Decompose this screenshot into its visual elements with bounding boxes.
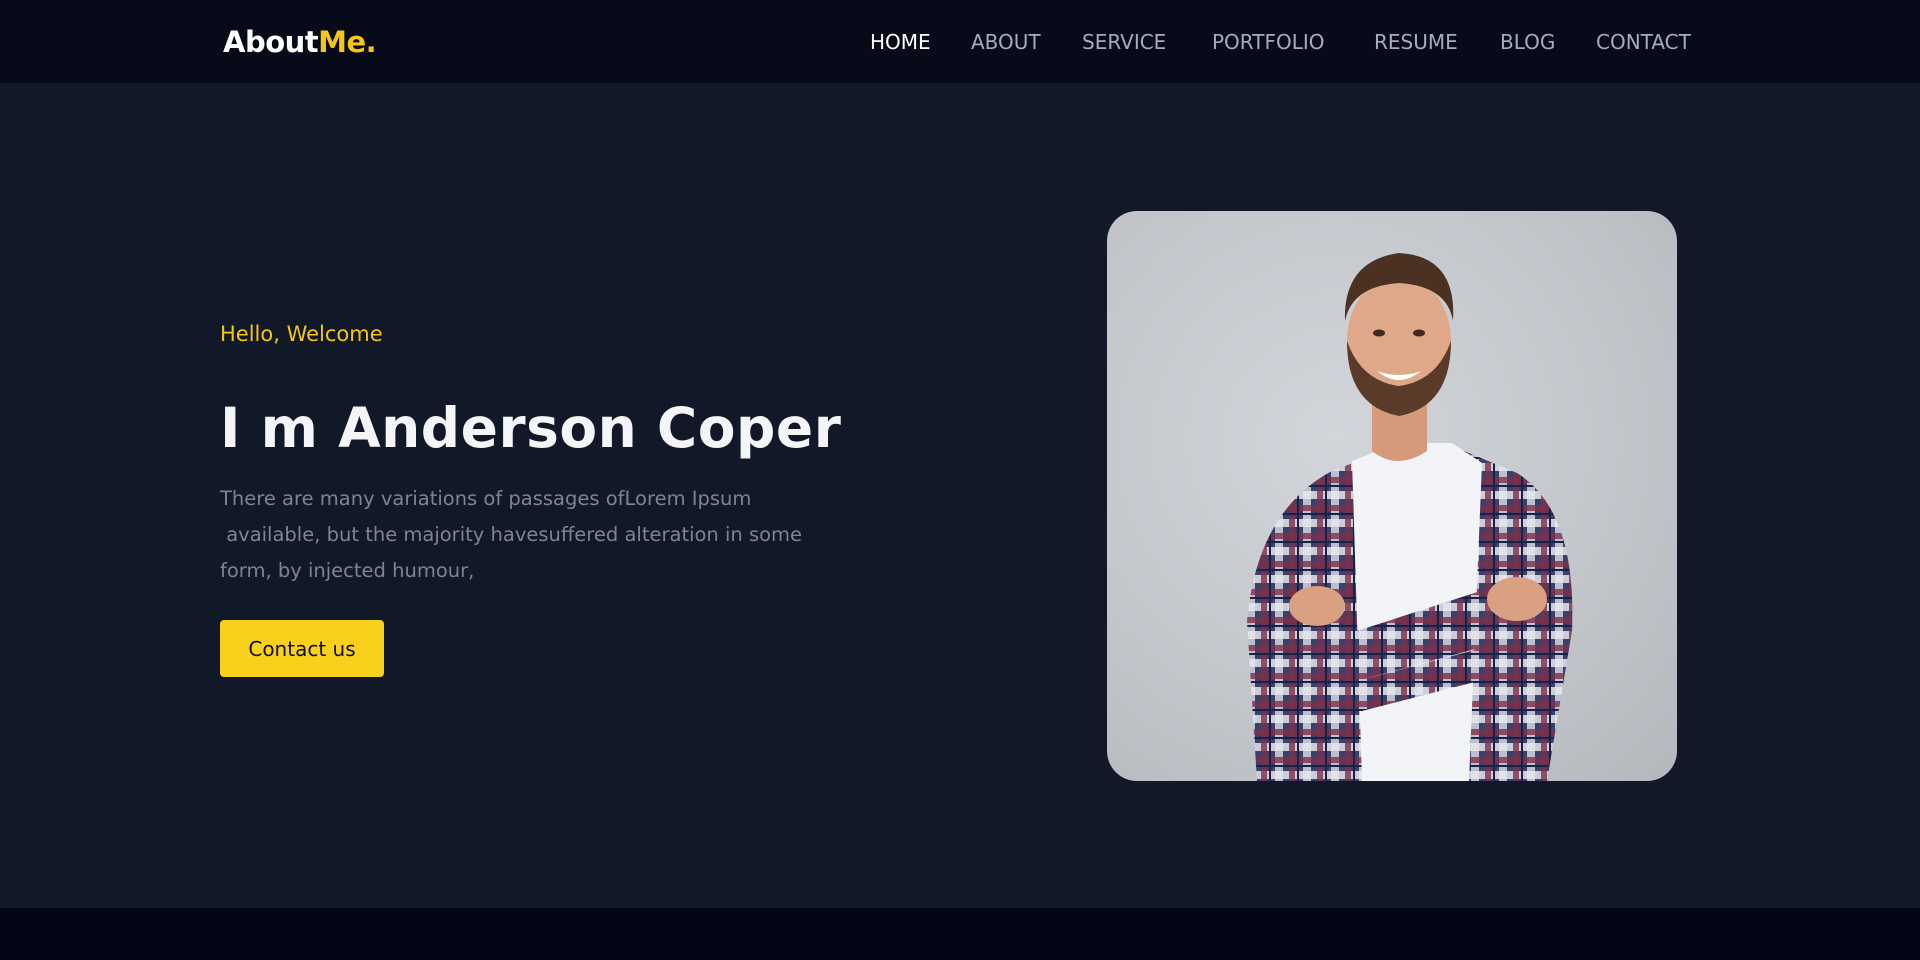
site-logo[interactable]: AboutMe. xyxy=(223,22,377,62)
footer-strip xyxy=(0,908,1920,960)
hero-greeting: Hello, Welcome xyxy=(220,322,383,346)
profile-photo xyxy=(1107,211,1677,781)
nav-item-blog[interactable]: BLOG xyxy=(1500,29,1555,55)
contact-us-button[interactable]: Contact us xyxy=(220,620,384,677)
hero-description-line: available, but the majority havesuffered… xyxy=(220,523,803,546)
nav-item-service[interactable]: SERVICE xyxy=(1082,29,1166,55)
nav-item-about[interactable]: ABOUT xyxy=(971,29,1041,55)
hero-title: I m Anderson Coper xyxy=(220,396,842,460)
hero-section: Hello, Welcome I m Anderson Coper There … xyxy=(0,83,1920,908)
logo-accent-text: Me. xyxy=(318,25,377,59)
nav-item-resume[interactable]: RESUME xyxy=(1374,29,1458,55)
hero-description: There are many variations of passages of… xyxy=(220,481,860,589)
nav-item-portfolio[interactable]: PORTFOLIO xyxy=(1212,29,1325,55)
nav-item-contact[interactable]: CONTACT xyxy=(1596,29,1691,55)
man-portrait-illustration xyxy=(1247,253,1573,781)
logo-main-text: About xyxy=(223,25,319,59)
hero-description-line: form, by injected humour, xyxy=(220,559,475,582)
nav-item-home[interactable]: HOME xyxy=(870,29,931,55)
top-navbar: AboutMe. HOME ABOUT SERVICE PORTFOLIO RE… xyxy=(0,0,1920,83)
hero-description-line: There are many variations of passages of… xyxy=(220,487,752,510)
